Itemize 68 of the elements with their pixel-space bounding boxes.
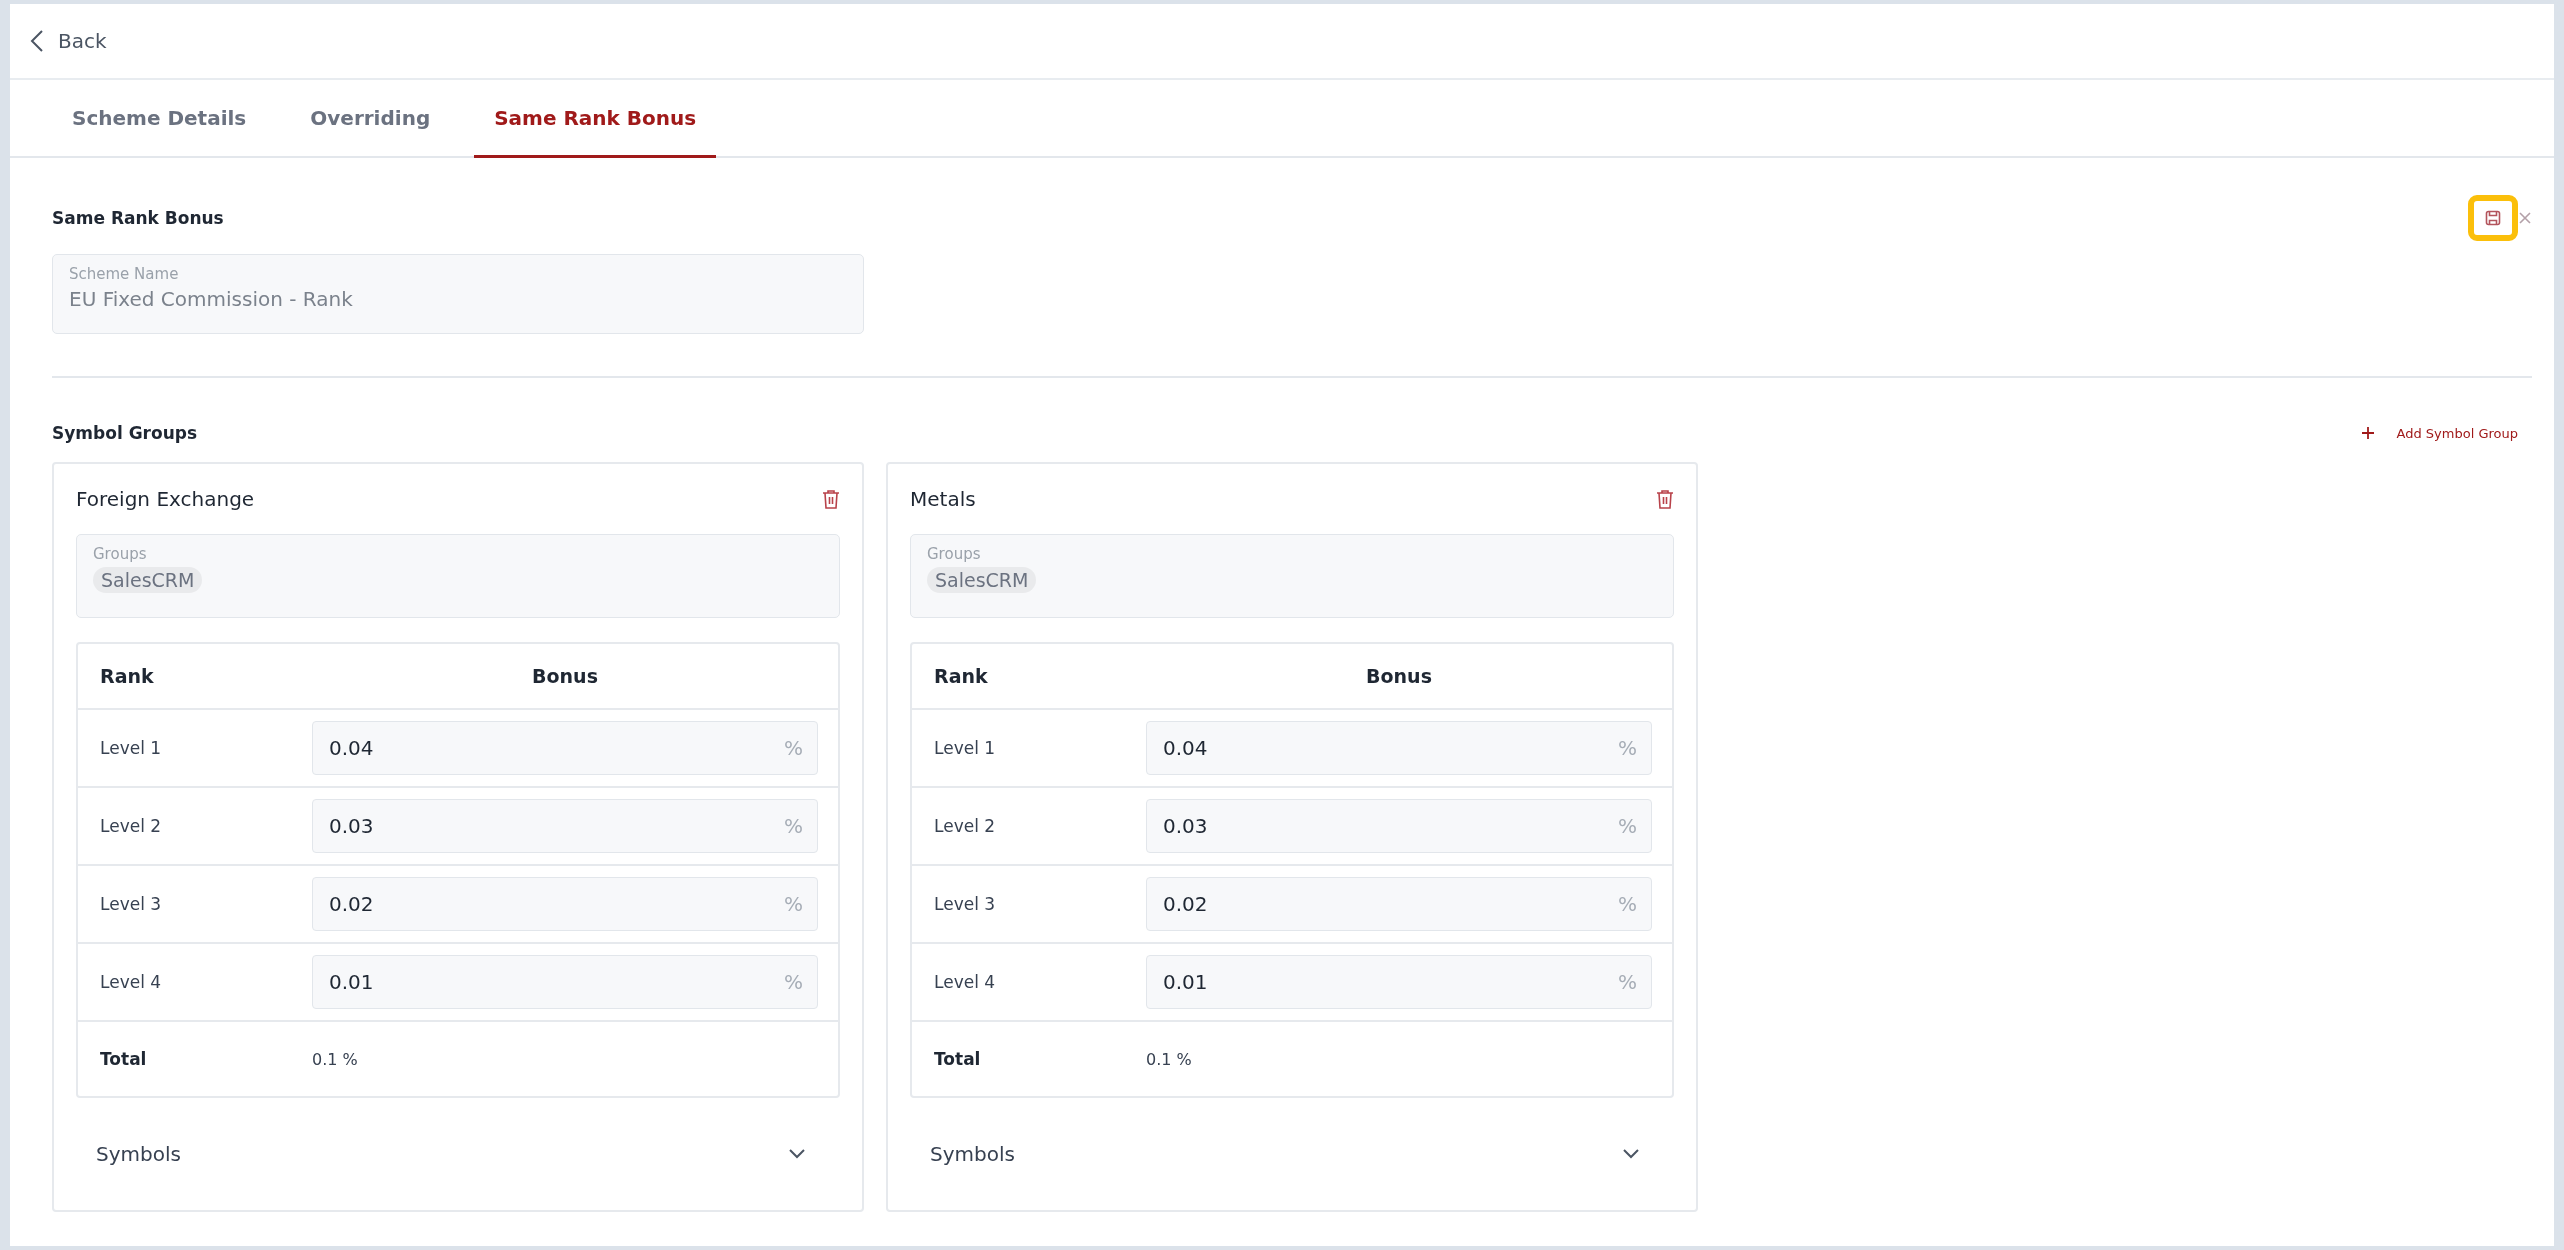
tab[interactable]: Scheme Details: [52, 80, 267, 158]
bonus-field[interactable]: 0.02 %: [1146, 877, 1652, 931]
unit-label: %: [1618, 970, 1637, 994]
field-label: Groups: [93, 545, 148, 563]
chevron-down-icon: [1622, 1148, 1640, 1160]
column-header: Rank: [934, 665, 989, 687]
unit-label: %: [1618, 736, 1637, 760]
trash-icon[interactable]: [822, 489, 840, 509]
bonus-input[interactable]: 0.04: [327, 735, 784, 761]
total-value: 0.1 %: [312, 1049, 358, 1069]
field-value: EU Fixed Commission - Rank: [69, 287, 354, 311]
bonus-input[interactable]: 0.01: [1161, 969, 1618, 995]
unit-label: %: [784, 736, 803, 760]
plus-icon: [2360, 426, 2375, 440]
bonus-input[interactable]: 0.02: [327, 891, 784, 917]
scheme-name-field[interactable]: Scheme Name EU Fixed Commission - Rank: [52, 254, 864, 334]
section-title: Symbol Groups: [52, 423, 198, 443]
bonus-input[interactable]: 0.01: [327, 969, 784, 995]
column-header: Bonus: [1365, 665, 1433, 687]
trash-icon[interactable]: [1656, 489, 1674, 509]
total-label: Total: [934, 1049, 982, 1069]
column-header: Rank: [100, 665, 155, 687]
field-label: Scheme Name: [69, 265, 180, 283]
group-tag: SalesCRM: [93, 567, 203, 593]
symbols-toggle[interactable]: Symbols: [76, 1098, 840, 1210]
back-link[interactable]: Back: [30, 29, 107, 53]
rank-cell-text: Level 2: [934, 816, 997, 836]
rank-cell-text: Level 4: [100, 972, 163, 992]
total-label: Total: [100, 1049, 148, 1069]
bonus-input[interactable]: 0.02: [1161, 891, 1618, 917]
unit-label: %: [784, 970, 803, 994]
card-title: Metals: [910, 487, 976, 511]
groups-field[interactable]: Groups SalesCRM: [910, 534, 1674, 618]
rank-cell-text: Level 3: [100, 894, 163, 914]
field-label: Groups: [927, 545, 982, 563]
column-header: Bonus: [531, 665, 599, 687]
bonus-input[interactable]: 0.03: [1161, 813, 1618, 839]
group-tag: SalesCRM: [927, 567, 1037, 593]
total-value: 0.1 %: [1146, 1049, 1192, 1069]
bonus-field[interactable]: 0.02 %: [312, 877, 818, 931]
rank-cell-text: Level 1: [934, 738, 997, 758]
chevron-left-icon: [30, 29, 44, 53]
unit-label: %: [1618, 814, 1637, 838]
rank-cell-text: Level 3: [934, 894, 997, 914]
bonus-input[interactable]: 0.04: [1161, 735, 1618, 761]
rank-cell-text: Level 4: [934, 972, 997, 992]
rank-cell-text: Level 1: [100, 738, 163, 758]
bonus-field[interactable]: 0.03 %: [312, 799, 818, 853]
unit-label: %: [784, 892, 803, 916]
unit-label: %: [784, 814, 803, 838]
bonus-field[interactable]: 0.01 %: [312, 955, 818, 1009]
chevron-down-icon: [788, 1148, 806, 1160]
tab[interactable]: Same Rank Bonus: [474, 80, 717, 158]
bonus-field[interactable]: 0.04 %: [312, 721, 818, 775]
bonus-input[interactable]: 0.03: [327, 813, 784, 839]
bonus-field[interactable]: 0.03 %: [1146, 799, 1652, 853]
add-symbol-group-button[interactable]: Add Symbol Group: [2360, 425, 2532, 441]
bonus-field[interactable]: 0.01 %: [1146, 955, 1652, 1009]
symbols-toggle[interactable]: Symbols: [910, 1098, 1674, 1210]
unit-label: %: [1618, 892, 1637, 916]
save-button[interactable]: [2468, 195, 2518, 241]
groups-field[interactable]: Groups SalesCRM: [76, 534, 840, 618]
rank-cell-text: Level 2: [100, 816, 163, 836]
bonus-field[interactable]: 0.04 %: [1146, 721, 1652, 775]
tab[interactable]: Overriding: [290, 80, 451, 158]
card-title: Foreign Exchange: [76, 487, 255, 511]
save-icon: [2485, 210, 2501, 226]
section-title: Same Rank Bonus: [52, 208, 224, 228]
